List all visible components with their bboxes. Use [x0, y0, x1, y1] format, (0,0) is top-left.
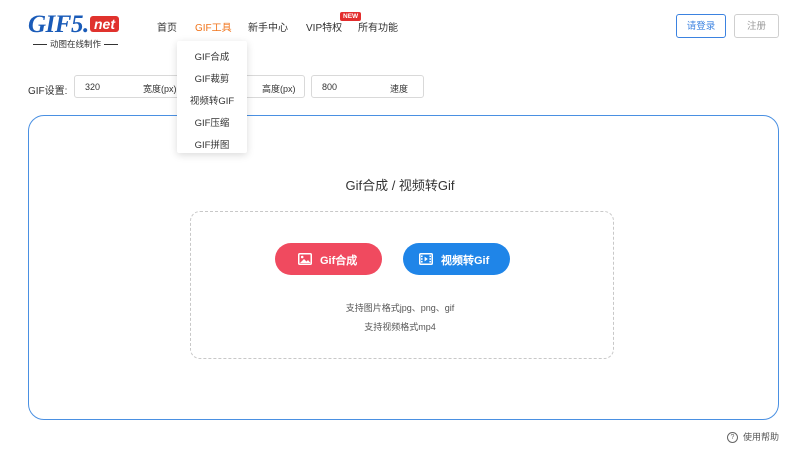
- gif-compose-button[interactable]: Gif合成: [275, 243, 382, 275]
- nav-all-features[interactable]: 所有功能: [358, 19, 398, 34]
- question-circle-icon: ?: [727, 432, 738, 444]
- width-input[interactable]: 320 宽度(px): [74, 75, 182, 98]
- dropdown-item-gif-compress[interactable]: GIF压缩: [177, 115, 247, 129]
- upload-card-title: Gif合成 / 视频转Gif: [345, 178, 455, 193]
- help-link[interactable]: ? 使用帮助: [727, 430, 780, 444]
- logo-badge: net: [90, 16, 119, 32]
- nav-gif-tools[interactable]: GIF工具: [195, 19, 232, 34]
- image-format-hint: 支持图片格式jpg、png、gif: [345, 303, 455, 313]
- gif-compose-label: Gif合成: [320, 255, 358, 267]
- nav-home[interactable]: 首页: [157, 19, 177, 34]
- gif-tools-dropdown: GIF合成 GIF裁剪 视频转GIF GIF压缩 GIF拼图: [177, 41, 247, 153]
- video-format-hint: 支持视频格式mp4: [364, 322, 436, 332]
- video-to-gif-label: 视频转Gif: [441, 255, 490, 267]
- film-icon: [419, 253, 433, 268]
- gif-settings-label: GIF设置:: [28, 86, 68, 97]
- width-value: 320: [85, 82, 101, 92]
- speed-input[interactable]: 800 速度: [311, 75, 424, 98]
- login-button[interactable]: 请登录: [676, 14, 726, 38]
- video-to-gif-button[interactable]: 视频转Gif: [403, 243, 510, 275]
- header: GIF5. net 动图在线制作 首页 GIF工具 新手中心 VIP特权 NEW…: [0, 0, 800, 52]
- image-icon: [298, 253, 312, 268]
- logo-text: GIF5.: [28, 11, 89, 38]
- height-unit: 高度(px): [262, 84, 296, 94]
- dropdown-item-gif-crop[interactable]: GIF裁剪: [177, 71, 247, 85]
- dropdown-item-video-to-gif[interactable]: 视频转GIF: [177, 93, 247, 107]
- help-label: 使用帮助: [743, 432, 780, 442]
- logo[interactable]: GIF5. net 动图在线制作: [28, 11, 124, 50]
- nav-beginner-center[interactable]: 新手中心: [248, 19, 288, 34]
- speed-unit: 速度: [390, 84, 409, 94]
- nav-vip[interactable]: VIP特权: [306, 19, 342, 34]
- dropdown-item-gif-collage[interactable]: GIF拼图: [177, 137, 247, 151]
- speed-value: 800: [322, 82, 338, 92]
- logo-subtitle: 动图在线制作: [30, 38, 121, 50]
- drop-zone[interactable]: [190, 211, 614, 359]
- width-unit: 宽度(px): [143, 84, 177, 94]
- register-button[interactable]: 注册: [734, 14, 779, 38]
- dropdown-item-gif-compose[interactable]: GIF合成: [177, 49, 247, 63]
